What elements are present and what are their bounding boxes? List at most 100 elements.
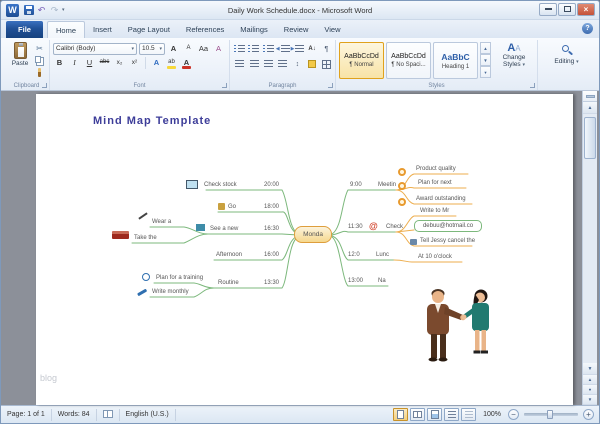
maximize-button[interactable] [558,3,576,16]
change-styles-button[interactable]: AA Change Styles ▾ [494,42,534,80]
numbering-button[interactable] [247,42,260,56]
font-group: Calibri (Body) ▾ 10.5 ▾ A A Aa A B I U a… [50,40,230,90]
superscript-button[interactable]: x² [128,56,141,69]
proofing-status[interactable] [97,408,120,421]
mindmap-time: 18:00 [264,204,280,210]
print-layout-icon [397,410,405,419]
close-button[interactable]: × [577,3,595,16]
page-indicator[interactable]: Page: 1 of 1 [6,408,52,421]
style-no-spacing[interactable]: AaBbCcDd ¶ No Spaci... [386,42,431,79]
mindmap-node: Lunc [376,252,390,258]
outline-view-button[interactable] [444,408,460,421]
paragraph-dialog-launcher[interactable] [328,83,333,88]
document-page[interactable]: Mind Map Template Monda 20:00 18:00 16:3… [36,94,573,405]
justify-button[interactable] [276,57,289,71]
underline-button[interactable]: U [83,56,96,69]
grow-font-button[interactable]: A [167,42,180,55]
italic-button[interactable]: I [68,56,81,69]
document-area: Mind Map Template Monda 20:00 18:00 16:3… [1,91,599,405]
align-right-button[interactable] [262,57,275,71]
multilevel-list-button[interactable] [262,42,275,56]
paste-label: Paste [11,60,29,67]
style-heading1[interactable]: AaBbC Heading 1 [433,42,478,79]
change-styles-label-1: Change [502,54,526,61]
full-screen-reading-view-button[interactable] [410,408,426,421]
scroll-up-button[interactable]: ▲ [583,102,597,114]
highlight-label: ab [168,59,175,65]
shading-button[interactable] [305,57,318,71]
next-page-button[interactable]: ▼ [583,395,597,405]
zoom-in-button[interactable]: + [583,409,594,420]
change-case-button[interactable]: Aa [197,42,210,55]
clipboard-dialog-launcher[interactable] [42,83,47,88]
select-browse-object-button[interactable]: ● [583,385,597,395]
align-center-button[interactable] [247,57,260,71]
strikethrough-button[interactable]: abc [98,56,111,69]
sort-icon: A↓ [308,46,316,52]
draft-view-button[interactable] [461,408,477,421]
zoom-level[interactable]: 100% [483,411,501,418]
text-effects-button[interactable]: A [150,56,163,69]
sort-button[interactable]: A↓ [305,42,318,56]
font-name-select[interactable]: Calibri (Body) ▾ [53,42,137,55]
increase-indent-button[interactable]: ▶ [291,42,305,56]
vertical-scrollbar[interactable]: ▲ ▼ ▲ ● ▼ [582,91,597,405]
bullets-button[interactable] [233,42,246,56]
copy-icon [35,56,41,63]
chevron-down-icon: ▾ [159,45,162,52]
bold-button[interactable]: B [53,56,66,69]
format-painter-icon [38,68,41,77]
word-count[interactable]: Words: 84 [52,408,97,421]
styles-gallery-up-button[interactable]: ▲ [480,42,491,54]
tab-review[interactable]: Review [276,21,317,38]
tab-home[interactable]: Home [47,21,86,38]
highlight-button[interactable]: ab [165,56,178,69]
print-layout-view-button[interactable] [393,408,409,421]
tab-mailings[interactable]: Mailings [232,21,276,38]
previous-page-button[interactable]: ▲ [583,375,597,385]
editing-group[interactable]: Editing ▾ [538,40,594,90]
mindmap-node: Plan for next [418,180,452,186]
help-button[interactable]: ? [582,23,593,34]
shrink-font-button[interactable]: A [182,42,195,55]
cut-button[interactable]: ✂ [33,43,46,54]
styles-dialog-launcher[interactable] [530,83,535,88]
show-hide-paragraph-button[interactable]: ¶ [320,42,333,56]
line-spacing-button[interactable]: ↕ [291,57,304,71]
highlight-color-icon [167,66,176,69]
tab-page-layout[interactable]: Page Layout [120,21,178,38]
font-color-button[interactable]: A [180,56,193,69]
style-normal[interactable]: AaBbCcDd ¶ Normal [339,42,384,79]
scroll-down-button[interactable]: ▼ [583,363,597,375]
minimize-button[interactable] [539,3,557,16]
zoom-slider-thumb[interactable] [547,410,553,419]
tab-references[interactable]: References [178,21,232,38]
tab-insert[interactable]: Insert [85,21,120,38]
clear-formatting-button[interactable]: A [212,42,225,55]
font-dialog-launcher[interactable] [222,83,227,88]
mindmap-node: Tell Jessy cancel the [420,238,476,244]
phone-icon [410,239,417,245]
language-indicator[interactable]: English (U.S.) [120,408,176,421]
zoom-out-button[interactable]: − [508,409,519,420]
window-title: Daily Work Schedule.docx - Microsoft Wor… [227,5,373,15]
zoom-slider[interactable] [524,410,578,419]
format-painter-button[interactable] [33,67,46,79]
borders-button[interactable] [320,57,333,71]
font-size-select[interactable]: 10.5 ▾ [139,42,165,55]
paste-button[interactable]: Paste [7,41,33,79]
copy-button[interactable] [33,55,46,66]
subscript-button[interactable]: x₂ [113,56,126,69]
align-left-button[interactable] [233,57,246,71]
styles-gallery-down-button[interactable]: ▼ [480,54,491,66]
web-layout-view-button[interactable] [427,408,443,421]
decrease-indent-button[interactable]: ◀ [276,42,290,56]
tab-file[interactable]: File [6,21,43,38]
scrollbar-thumb[interactable] [584,117,596,159]
style-preview: AaBbCcDd [391,53,426,60]
ruler-toggle-button[interactable] [583,91,597,102]
styles-gallery-more-button[interactable]: ▾ [480,66,491,78]
draft-view-icon [464,410,473,419]
tab-view[interactable]: View [316,21,348,38]
scrollbar-track[interactable] [583,114,597,363]
